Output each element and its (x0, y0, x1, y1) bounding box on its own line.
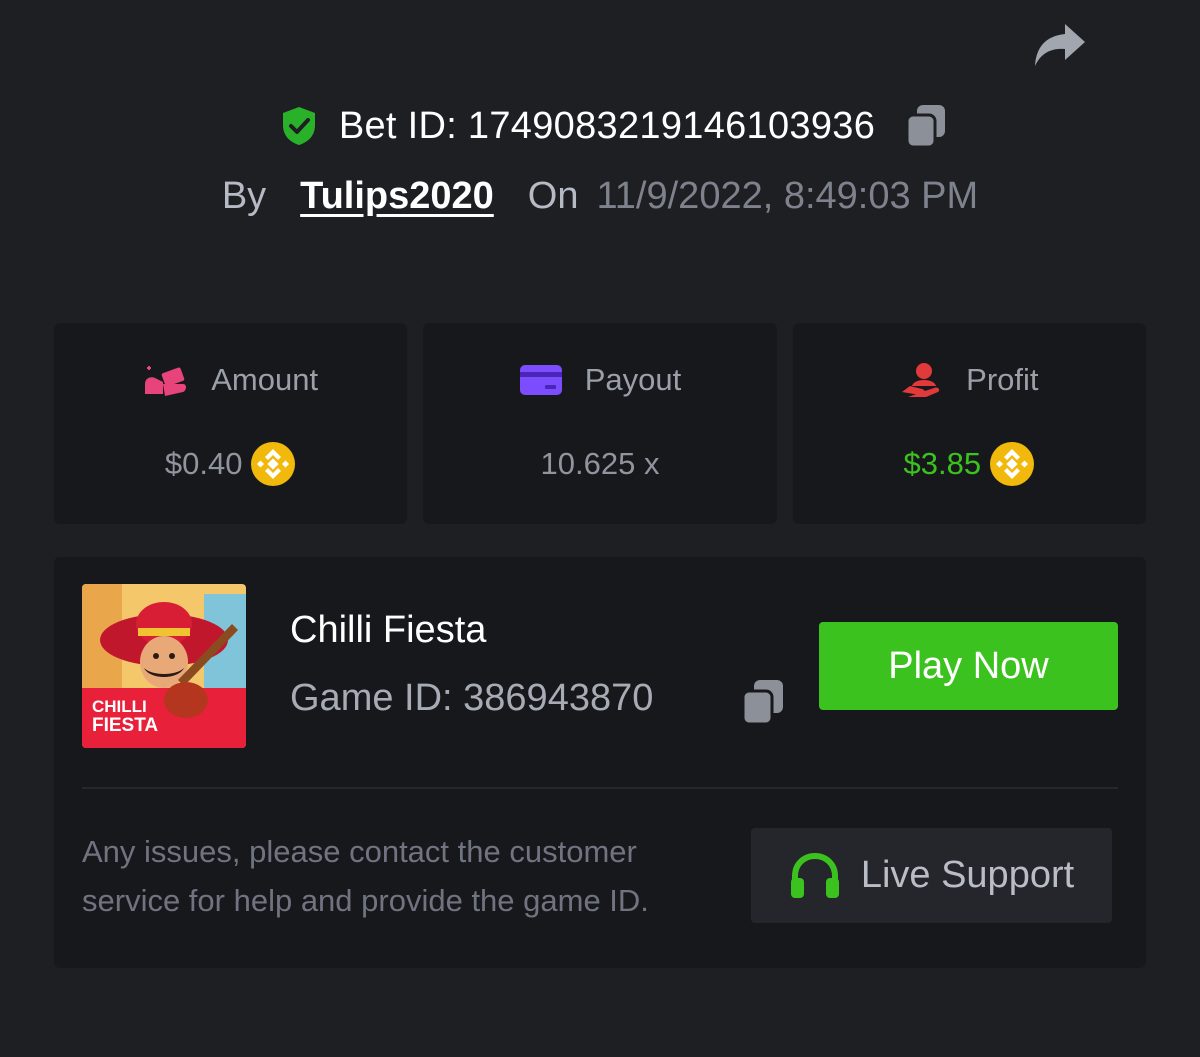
game-title: Chilli Fiesta (290, 609, 487, 651)
profit-hand-icon (902, 362, 940, 397)
verified-shield-icon (282, 107, 315, 145)
profit-value: $3.85 (903, 445, 982, 481)
share-icon (1035, 24, 1085, 66)
payout-value-row: 10.625 x (541, 440, 660, 488)
amount-card: Amount $0.40 (54, 323, 408, 524)
amount-label: Amount (211, 361, 319, 397)
bnb-coin-icon (251, 441, 296, 486)
thumb-logo-line1: CHILLI (92, 697, 147, 716)
support-help-text: Any issues, please contact the customer … (82, 834, 649, 918)
bet-stats: Amount $0.40 Payout 10.625 x Profit $3.8… (54, 323, 1146, 524)
copy-bet-id-button[interactable] (903, 101, 949, 151)
copy-icon (905, 105, 946, 149)
on-label: On (527, 174, 579, 217)
profit-label: Profit (966, 361, 1039, 397)
credit-card-icon (519, 364, 562, 395)
profit-card: Profit $3.85 (792, 323, 1146, 524)
share-button[interactable] (1028, 18, 1090, 72)
profit-value-row: $3.85 (904, 440, 1036, 488)
headset-icon (790, 852, 839, 898)
live-support-button[interactable]: Live Support (751, 828, 1112, 923)
amount-value-row: $0.40 (165, 440, 297, 488)
payout-header: Payout (519, 360, 682, 400)
bet-id-row: Bet ID: 1749083219146103936 (0, 98, 1200, 154)
amount-header: Amount (143, 360, 318, 400)
copy-icon (741, 680, 783, 726)
game-thumbnail[interactable]: CHILLI FIESTA (82, 584, 246, 748)
chilli-fiesta-artwork: CHILLI FIESTA (82, 584, 246, 748)
bet-meta-row: By Tulips2020 On 11/9/2022, 8:49:03 PM (0, 168, 1200, 224)
game-panel: CHILLI FIESTA Chilli Fiesta Game ID: 386… (54, 557, 1146, 968)
by-label: By (221, 174, 267, 217)
bet-id-text: Bet ID: 1749083219146103936 (338, 104, 876, 147)
game-id: Game ID: 386943870 (290, 677, 654, 719)
bnb-coin-icon (990, 441, 1035, 486)
copy-game-id-button[interactable] (738, 675, 788, 729)
play-now-button[interactable]: Play Now (819, 622, 1118, 710)
bet-datetime: 11/9/2022, 8:49:03 PM (596, 174, 979, 217)
payout-label: Payout (584, 361, 682, 397)
payout-value: 10.625 x (540, 445, 660, 481)
username-link[interactable]: Tulips2020 (300, 175, 494, 218)
money-hand-icon (145, 365, 187, 396)
profit-header: Profit (900, 360, 1039, 400)
amount-value: $0.40 (164, 445, 243, 481)
thumb-logo-line2: FIESTA (92, 715, 158, 736)
divider (82, 787, 1118, 789)
payout-card: Payout 10.625 x (423, 323, 777, 524)
live-support-label: Live Support (860, 854, 1075, 896)
